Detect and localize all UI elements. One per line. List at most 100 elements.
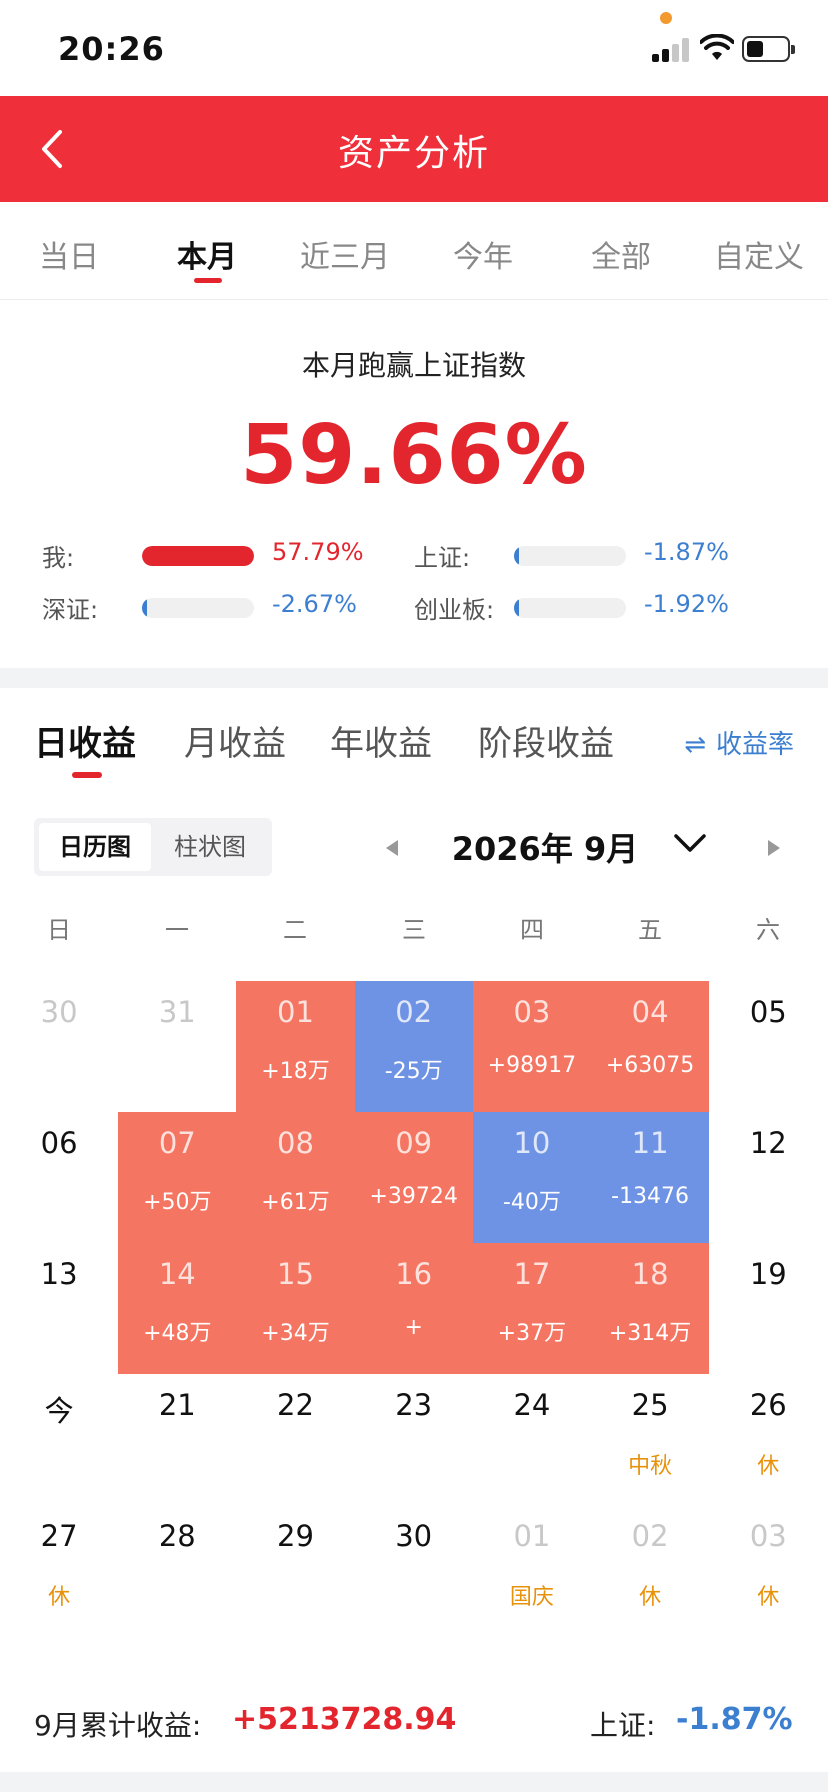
calendar-day[interactable]: 13 <box>0 1243 118 1374</box>
calendar-holiday-note: 休 <box>48 1585 71 1610</box>
calendar-day-number: 21 <box>158 1388 196 1422</box>
calendar-day[interactable]: 29 <box>236 1505 354 1636</box>
calendar-day[interactable]: 27 休 <box>0 1505 118 1636</box>
calendar-day-earnings: +98917 <box>487 1053 577 1078</box>
tab-monthly-earnings[interactable]: 月收益 <box>184 716 286 765</box>
calendar-day[interactable]: 07 +50万 <box>118 1112 237 1243</box>
calendar-day[interactable]: 19 <box>709 1243 827 1374</box>
calendar-day[interactable]: 06 <box>0 1112 118 1243</box>
calendar-day-earnings: +37万 <box>497 1321 567 1346</box>
calendar-day[interactable]: 17 +37万 <box>472 1243 591 1374</box>
calendar-holiday-note: 中秋 <box>628 1454 673 1479</box>
weekday-label: 二 <box>283 916 307 944</box>
weekday-label: 日 <box>47 916 71 944</box>
active-earnings-tab-indicator <box>72 772 102 778</box>
calendar-day[interactable]: 22 <box>236 1374 354 1505</box>
return-rate-toggle[interactable]: ⇌ 收益率 <box>684 724 794 761</box>
tab-today[interactable]: 当日 <box>0 232 138 276</box>
calendar-day-number: 02 <box>631 1519 669 1553</box>
bar-chart-view-button[interactable]: 柱状图 <box>154 823 266 871</box>
comparison-bar-fill <box>514 599 519 617</box>
calendar-day-number: 02 <box>395 995 433 1029</box>
calendar-view-button[interactable]: 日历图 <box>39 823 151 871</box>
calendar-day[interactable]: 01 +18万 <box>236 981 355 1112</box>
summary-label: 本月跑赢上证指数 <box>301 349 526 382</box>
calendar-day[interactable]: 02 休 <box>591 1505 709 1636</box>
weekday-label: 一 <box>165 916 189 944</box>
monthly-totals: 9月累计收益: +5213728.94 上证: -1.87% <box>0 1702 828 1754</box>
calendar-day-number: 07 <box>158 1126 196 1160</box>
calendar-day-number: 06 <box>40 1126 78 1160</box>
comparison-me: 我: 57.79% <box>42 536 372 576</box>
calendar-day[interactable]: 12 <box>709 1112 827 1243</box>
tab-yearly-earnings[interactable]: 年收益 <box>330 716 432 765</box>
calendar-day[interactable]: 23 <box>355 1374 473 1505</box>
calendar-day[interactable]: 26 休 <box>709 1374 827 1505</box>
chevron-down-icon[interactable] <box>672 828 708 858</box>
calendar-day[interactable]: 03 +98917 <box>472 981 591 1112</box>
calendar-day[interactable]: 09 +39724 <box>354 1112 473 1243</box>
tab-period-earnings[interactable]: 阶段收益 <box>478 716 614 765</box>
calendar-day-number: 29 <box>277 1519 314 1553</box>
tab-this-year[interactable]: 今年 <box>414 232 552 276</box>
summary-value: 59.66% <box>240 408 588 503</box>
next-month-icon[interactable] <box>762 828 786 868</box>
calendar-day[interactable]: 04 +63075 <box>591 981 710 1112</box>
comparison-value: -1.87% <box>644 538 729 566</box>
calendar-day-number: 05 <box>749 995 787 1029</box>
calendar-day[interactable]: 01 国庆 <box>473 1505 591 1636</box>
calendar-day-number: 08 <box>277 1126 314 1160</box>
comparison-value: -2.67% <box>272 590 357 618</box>
calendar-day[interactable]: 今 <box>0 1374 118 1505</box>
swap-icon: ⇌ <box>684 730 706 760</box>
comparison-label: 创业板: <box>414 596 495 624</box>
tab-daily-earnings[interactable]: 日收益 <box>34 716 136 765</box>
previous-month-icon[interactable] <box>380 828 404 868</box>
comparison-label: 深证: <box>42 596 99 624</box>
calendar-day-number: 31 <box>158 995 196 1029</box>
comparison-label: 上证: <box>414 544 471 572</box>
calendar-day-number: 04 <box>631 995 669 1029</box>
calendar-day[interactable]: 11 -13476 <box>591 1112 710 1243</box>
calendar-day[interactable]: 30 <box>355 1505 473 1636</box>
comparison-chinext: 创业板: -1.92% <box>414 588 744 628</box>
tab-this-month[interactable]: 本月 <box>138 232 276 276</box>
calendar-day[interactable]: 08 +61万 <box>236 1112 355 1243</box>
calendar-day-earnings: +50万 <box>143 1190 212 1215</box>
calendar-day-number: 03 <box>749 1519 787 1553</box>
calendar-day[interactable]: 05 <box>709 981 827 1112</box>
calendar-day-number: 11 <box>631 1126 669 1160</box>
calendar-day[interactable]: 18 +314万 <box>591 1243 710 1374</box>
tab-three-months[interactable]: 近三月 <box>276 232 414 276</box>
calendar-holiday-note: 休 <box>757 1454 780 1479</box>
battery-icon <box>742 36 795 62</box>
calendar-day-number: 03 <box>513 995 551 1029</box>
page-title: 资产分析 <box>337 133 490 174</box>
performance-summary: 本月跑赢上证指数 59.66% 我: 57.79% 上证: -1.87% 深证:… <box>0 300 828 668</box>
calendar-day[interactable]: 25 中秋 <box>591 1374 709 1505</box>
calendar-day-number: 13 <box>40 1257 78 1291</box>
comparison-bar <box>142 546 254 566</box>
calendar-day[interactable]: 02 -25万 <box>354 981 473 1112</box>
calendar-day-number: 今 <box>44 1394 74 1428</box>
calendar-day-number: 16 <box>395 1257 433 1291</box>
calendar-day[interactable]: 10 -40万 <box>472 1112 591 1243</box>
calendar-day[interactable]: 15 +34万 <box>236 1243 355 1374</box>
tab-custom[interactable]: 自定义 <box>690 232 828 276</box>
month-label: 2026年 9月 <box>451 830 639 868</box>
earnings-section: 日收益 月收益 年收益 阶段收益 ⇌ 收益率 日历图 柱状图 2026年 9月 日… <box>0 688 828 1772</box>
calendar-day[interactable]: 31 <box>118 981 236 1112</box>
calendar-day[interactable]: 14 +48万 <box>118 1243 237 1374</box>
calendar-day[interactable]: 21 <box>118 1374 236 1505</box>
calendar-day[interactable]: 30 <box>0 981 118 1112</box>
calendar-day-earnings: -13476 <box>611 1184 690 1209</box>
calendar-day[interactable]: 28 <box>118 1505 236 1636</box>
calendar-day[interactable]: 16 + <box>354 1243 473 1374</box>
calendar-day[interactable]: 24 <box>473 1374 591 1505</box>
weekday-label: 六 <box>756 916 780 944</box>
tab-all[interactable]: 全部 <box>552 232 690 276</box>
calendar-day-number: 23 <box>395 1388 433 1422</box>
calendar-day-number: 10 <box>513 1126 551 1160</box>
comparison-bar <box>514 546 626 566</box>
calendar-day[interactable]: 03 休 <box>709 1505 827 1636</box>
